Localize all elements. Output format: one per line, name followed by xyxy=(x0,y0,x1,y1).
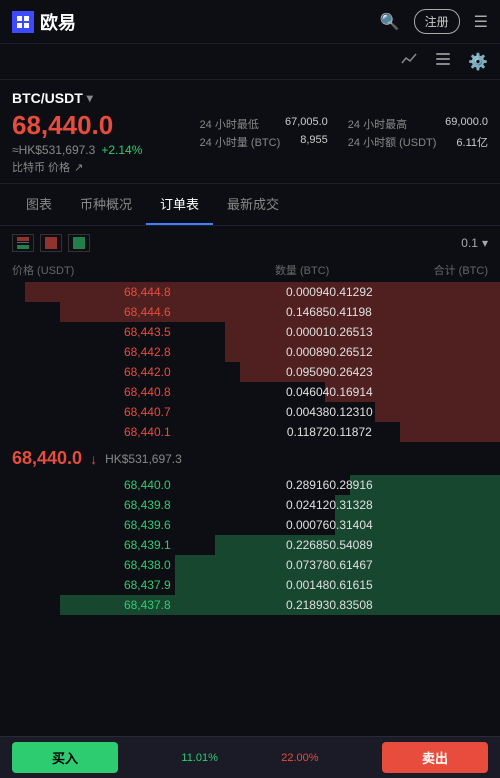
bottom-left-percent: 11.01% xyxy=(181,752,218,764)
stat-vol-btc: 24 小时量 (BTC) 8,955 xyxy=(200,134,328,150)
ask-row[interactable]: 68,440.80.046040.16914 xyxy=(0,382,500,402)
view-asks-icon[interactable] xyxy=(40,234,62,252)
pair-stats: 24 小时最低 67,005.0 24 小时最高 69,000.0 24 小时量… xyxy=(200,116,488,150)
menu-icon[interactable]: ☰ xyxy=(474,12,488,32)
ob-header: 价格 (USDT) 数量 (BTC) 合计 (BTC) xyxy=(0,260,500,282)
tab-chart[interactable]: 图表 xyxy=(12,184,66,225)
pair-row: BTC/USDT ▾ 68,440.0 ≈HK$531,697.3 +2.14%… xyxy=(12,90,488,175)
main-price: 68,440.0 xyxy=(12,110,200,141)
asks-container: 68,444.80.000940.4129268,444.60.146850.4… xyxy=(0,282,500,442)
precision-selector[interactable]: 0.1 ▾ xyxy=(461,236,488,250)
price-section: BTC/USDT ▾ 68,440.0 ≈HK$531,697.3 +2.14%… xyxy=(0,80,500,184)
bids-container: 68,440.00.289160.2891668,439.80.024120.3… xyxy=(0,475,500,615)
btc-label: 比特币 价格 ↗ xyxy=(12,159,200,175)
logo-icon xyxy=(12,11,34,33)
stat-low: 24 小时最低 67,005.0 xyxy=(200,116,328,132)
ask-row[interactable]: 68,444.80.000940.41292 xyxy=(0,282,500,302)
bottom-right-percent: 22.00% xyxy=(281,752,318,764)
bid-row[interactable]: 68,439.80.024120.31328 xyxy=(0,495,500,515)
pair-dropdown-icon[interactable]: ▾ xyxy=(87,91,93,105)
bid-row[interactable]: 68,437.90.001480.61615 xyxy=(0,575,500,595)
ob-toolbar: 0.1 ▾ xyxy=(0,226,500,260)
price-change: +2.14% xyxy=(101,143,142,157)
external-link-icon[interactable]: ↗ xyxy=(74,161,83,174)
search-icon[interactable]: 🔍 xyxy=(380,12,400,32)
stat-high: 24 小时最高 69,000.0 xyxy=(348,116,488,132)
ob-view-icons xyxy=(12,234,90,252)
bid-row[interactable]: 68,437.80.218930.83508 xyxy=(0,595,500,615)
hkd-price: ≈HK$531,697.3 xyxy=(12,143,95,157)
mid-price-arrow: ↓ xyxy=(90,451,97,467)
chart-icon[interactable] xyxy=(400,50,418,73)
tabs: 图表 币种概况 订单表 最新成交 xyxy=(0,184,500,226)
ask-row[interactable]: 68,443.50.000010.26513 xyxy=(0,322,500,342)
settings-icon[interactable]: ⚙️ xyxy=(468,52,488,72)
price-hkd-row: ≈HK$531,697.3 +2.14% xyxy=(12,143,200,157)
logo: 欧易 xyxy=(12,9,76,35)
tab-overview[interactable]: 币种概况 xyxy=(66,184,146,225)
tab-trades[interactable]: 最新成交 xyxy=(213,184,293,225)
view-bids-icon[interactable] xyxy=(68,234,90,252)
bid-row[interactable]: 68,439.60.000760.31404 xyxy=(0,515,500,535)
mid-price-row: 68,440.0 ↓ HK$531,697.3 xyxy=(0,442,500,475)
buy-button[interactable]: 买入 xyxy=(12,742,118,773)
pair-name: BTC/USDT ▾ xyxy=(12,90,200,106)
ask-row[interactable]: 68,440.10.118720.11872 xyxy=(0,422,500,442)
sub-header: ⚙️ xyxy=(0,44,500,80)
ask-row[interactable]: 68,444.60.146850.41198 xyxy=(0,302,500,322)
bottom-bar: 买入 11.01% 22.00% 卖出 xyxy=(0,736,500,778)
bid-row[interactable]: 68,438.00.073780.61467 xyxy=(0,555,500,575)
list-icon[interactable] xyxy=(434,50,452,73)
register-button[interactable]: 注册 xyxy=(414,9,460,34)
logo-text: 欧易 xyxy=(40,9,76,35)
header-right: 🔍 注册 ☰ xyxy=(380,9,488,34)
ask-row[interactable]: 68,442.00.095090.26423 xyxy=(0,362,500,382)
mid-price-value: 68,440.0 xyxy=(12,448,82,469)
ask-row[interactable]: 68,442.80.000890.26512 xyxy=(0,342,500,362)
bid-row[interactable]: 68,440.00.289160.28916 xyxy=(0,475,500,495)
tab-orderbook[interactable]: 订单表 xyxy=(146,184,213,225)
bid-row[interactable]: 68,439.10.226850.54089 xyxy=(0,535,500,555)
view-both-icon[interactable] xyxy=(12,234,34,252)
ask-row[interactable]: 68,440.70.004380.12310 xyxy=(0,402,500,422)
mid-price-hkd: HK$531,697.3 xyxy=(105,452,182,466)
stat-vol-usdt: 24 小时额 (USDT) 6.11亿 xyxy=(348,134,488,150)
chevron-down-icon: ▾ xyxy=(482,236,488,250)
sell-button[interactable]: 卖出 xyxy=(382,742,488,773)
header: 欧易 🔍 注册 ☰ xyxy=(0,0,500,44)
